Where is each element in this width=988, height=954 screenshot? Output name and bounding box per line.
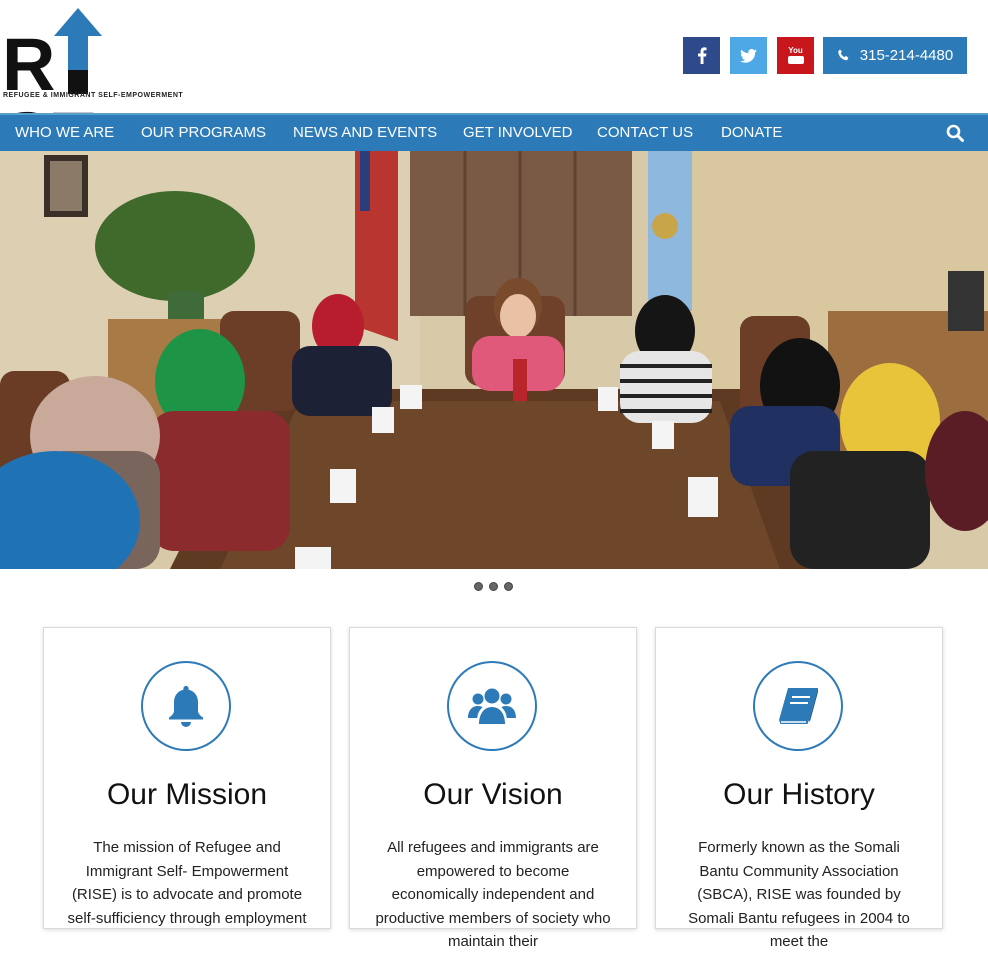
- book-icon: [779, 688, 818, 724]
- slider-pagination: [474, 582, 513, 591]
- site-header: RSE REFUGEE & IMMIGRANT SELF-EMPOWERMENT…: [0, 0, 988, 176]
- logo-tagline: REFUGEE & IMMIGRANT SELF-EMPOWERMENT: [3, 92, 184, 99]
- youtube-button[interactable]: You: [777, 37, 814, 74]
- youtube-icon-text: You: [788, 46, 803, 55]
- slider-dot-2[interactable]: [489, 582, 498, 591]
- nav-who-we-are[interactable]: WHO WE ARE: [15, 115, 114, 151]
- card-icon-circle: [753, 661, 843, 751]
- nav-donate[interactable]: DONATE: [721, 115, 782, 151]
- card-icon-circle: [141, 661, 231, 751]
- youtube-icon: You: [787, 46, 804, 64]
- card-title: Our History: [723, 778, 875, 811]
- card-text: Formerly known as the Somali Bantu Commu…: [688, 839, 910, 950]
- nav-contact-us[interactable]: CONTACT US: [597, 115, 693, 151]
- hero-slider-image[interactable]: [0, 151, 988, 569]
- card-our-vision: Our Vision All refugees and immigrants a…: [349, 627, 637, 950]
- users-icon: [468, 688, 516, 724]
- facebook-icon: [697, 47, 706, 64]
- slider-dot-1[interactable]: [474, 582, 483, 591]
- search-icon[interactable]: [946, 124, 964, 142]
- logo-arrow-icon: [54, 8, 102, 94]
- twitter-button[interactable]: [730, 37, 767, 74]
- facebook-button[interactable]: [683, 37, 720, 74]
- card-icon-circle: [447, 661, 537, 751]
- card-our-mission: Our Mission The mission of Refugee and I…: [43, 627, 331, 929]
- twitter-icon: [740, 48, 757, 63]
- phone-icon: [838, 49, 849, 61]
- card-title: Our Vision: [423, 778, 563, 811]
- nav-our-programs[interactable]: OUR PROGRAMS: [141, 115, 266, 151]
- meeting-photo: [0, 151, 988, 569]
- phone-button[interactable]: 315-214-4480: [823, 37, 967, 74]
- card-text: The mission of Refugee and Immigrant Sel…: [67, 839, 307, 927]
- slider-dot-3[interactable]: [504, 582, 513, 591]
- rise-logo[interactable]: RSE REFUGEE & IMMIGRANT SELF-EMPOWERMENT: [2, 8, 188, 176]
- card-our-history: Our History Formerly known as the Somali…: [655, 627, 943, 950]
- nav-get-involved[interactable]: GET INVOLVED: [463, 115, 572, 151]
- main-navigation: WHO WE ARE OUR PROGRAMS NEWS AND EVENTS …: [0, 113, 988, 151]
- bell-icon: [169, 686, 203, 727]
- card-title: Our Mission: [106, 778, 268, 811]
- card-text: All refugees and immigrants are empowere…: [375, 839, 611, 950]
- nav-news-and-events[interactable]: NEWS AND EVENTS: [293, 115, 437, 151]
- phone-number: 315-214-4480: [859, 47, 954, 64]
